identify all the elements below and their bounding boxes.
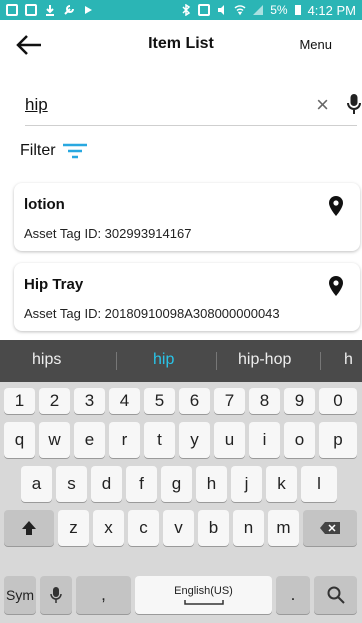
search-input[interactable] [25, 90, 275, 120]
key-x[interactable]: x [93, 510, 124, 546]
sym-key[interactable]: Sym [4, 576, 36, 614]
image-icon [25, 4, 37, 16]
shift-key[interactable] [4, 510, 54, 546]
key-h[interactable]: h [196, 466, 227, 502]
key-s[interactable]: s [56, 466, 87, 502]
key-w[interactable]: w [39, 422, 70, 458]
app-screen: 5% 4:12 PM Item List Menu × Filter lotio… [0, 0, 362, 623]
key-4[interactable]: 4 [109, 388, 140, 414]
item-card[interactable]: lotion Asset Tag ID: 302993914167 [14, 183, 360, 251]
key-b[interactable]: b [198, 510, 229, 546]
wifi-icon [234, 5, 246, 16]
key-8[interactable]: 8 [249, 388, 280, 414]
key-7[interactable]: 7 [214, 388, 245, 414]
bluetooth-icon [182, 4, 191, 16]
key-q[interactable]: q [4, 422, 35, 458]
gallery-icon [6, 4, 18, 16]
key-d[interactable]: d [91, 466, 122, 502]
voice-input-key[interactable] [40, 576, 72, 614]
item-card[interactable]: Hip Tray Asset Tag ID: 20180910098A30800… [14, 263, 360, 331]
key-1[interactable]: 1 [4, 388, 35, 414]
key-i[interactable]: i [249, 422, 280, 458]
shift-arrow-icon [22, 521, 36, 535]
key-r[interactable]: r [109, 422, 140, 458]
key-n[interactable]: n [233, 510, 264, 546]
key-c[interactable]: c [128, 510, 159, 546]
comma-key[interactable]: , [76, 576, 131, 614]
backspace-icon [320, 522, 340, 534]
item-asset-tag: Asset Tag ID: 302993914167 [24, 226, 192, 241]
status-right-icons: 5% 4:12 PM [180, 3, 356, 18]
item-name: Hip Tray [24, 276, 84, 293]
search-bar: × [25, 90, 361, 126]
key-g[interactable]: g [161, 466, 192, 502]
microphone-icon[interactable] [347, 93, 361, 115]
key-m[interactable]: m [268, 510, 299, 546]
download-icon [46, 5, 54, 16]
mute-icon [218, 5, 225, 15]
app-bar: Item List Menu [0, 20, 362, 70]
key-6[interactable]: 6 [179, 388, 210, 414]
item-asset-tag: Asset Tag ID: 20180910098A308000000043 [24, 306, 280, 321]
filter-button[interactable]: Filter [20, 142, 88, 160]
key-y[interactable]: y [179, 422, 210, 458]
status-left-icons [6, 4, 94, 16]
battery-level: 5% [270, 3, 288, 17]
space-key[interactable]: English(US) [135, 576, 272, 614]
key-e[interactable]: e [74, 422, 105, 458]
location-pin-icon[interactable] [328, 195, 344, 217]
filter-label: Filter [20, 142, 56, 159]
key-0[interactable]: 0 [319, 388, 357, 414]
location-pin-icon[interactable] [328, 275, 344, 297]
key-l[interactable]: l [301, 466, 337, 502]
status-bar: 5% 4:12 PM [0, 0, 362, 20]
suggestion-divider [320, 352, 321, 370]
period-key[interactable]: . [276, 576, 310, 614]
key-k[interactable]: k [266, 466, 297, 502]
battery-icon [294, 5, 301, 15]
key-2[interactable]: 2 [39, 388, 70, 414]
suggestion-divider [216, 352, 217, 370]
key-f[interactable]: f [126, 466, 157, 502]
key-j[interactable]: j [231, 466, 262, 502]
filter-icon [62, 143, 87, 159]
status-time: 4:12 PM [307, 2, 356, 18]
space-bar-icon [183, 600, 224, 605]
key-5[interactable]: 5 [144, 388, 175, 414]
wrench-icon [64, 5, 74, 15]
key-p[interactable]: p [319, 422, 357, 458]
space-key-label: English(US) [174, 585, 233, 597]
item-name: lotion [24, 196, 65, 213]
key-3[interactable]: 3 [74, 388, 105, 414]
key-a[interactable]: a [21, 466, 52, 502]
microphone-icon [50, 587, 62, 603]
play-icon [85, 6, 92, 14]
nfc-icon [198, 4, 211, 16]
menu-button[interactable]: Menu [299, 37, 332, 52]
key-9[interactable]: 9 [284, 388, 315, 414]
search-icon [327, 586, 345, 604]
key-u[interactable]: u [214, 422, 245, 458]
suggestion-item[interactable]: hip-hop [238, 351, 291, 369]
keyboard-suggestion-bar: hips hip hip-hop h [0, 340, 362, 382]
signal-icon [253, 5, 264, 15]
suggestion-item-selected[interactable]: hip [153, 351, 174, 369]
key-o[interactable]: o [284, 422, 315, 458]
suggestion-item[interactable]: hips [32, 351, 61, 369]
search-key[interactable] [314, 576, 357, 614]
keyboard: 1 2 3 4 5 6 7 8 9 0 q w e r t y u i o p … [0, 382, 362, 623]
key-t[interactable]: t [144, 422, 175, 458]
suggestion-item[interactable]: h [344, 351, 353, 369]
clear-icon[interactable]: × [316, 94, 329, 116]
backspace-key[interactable] [303, 510, 357, 546]
key-v[interactable]: v [163, 510, 194, 546]
suggestion-divider [116, 352, 117, 370]
key-z[interactable]: z [58, 510, 89, 546]
